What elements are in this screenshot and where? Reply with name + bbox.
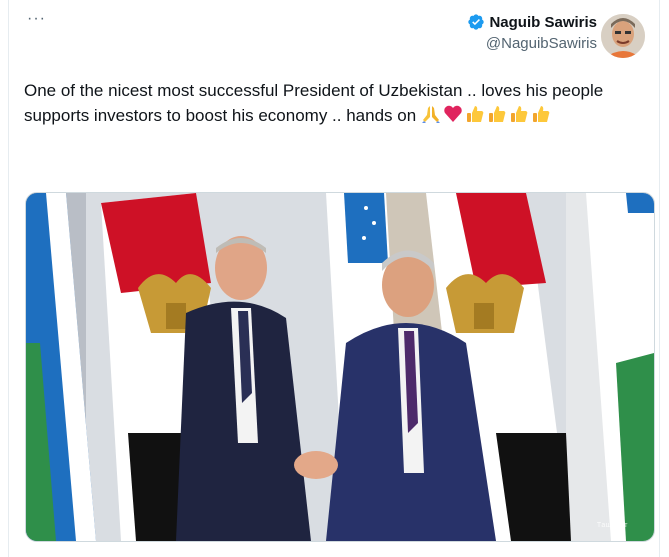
tweet-card: ··· Naguib Sawiris @NaguibSawiris One of… bbox=[8, 0, 660, 557]
author-display-name[interactable]: Naguib Sawiris bbox=[489, 14, 597, 31]
folded-hands-icon bbox=[421, 104, 441, 124]
avatar[interactable] bbox=[601, 14, 645, 58]
author-block[interactable]: Naguib Sawiris @NaguibSawiris bbox=[467, 13, 597, 52]
media-watermark: Ташкент bbox=[596, 522, 628, 529]
red-heart-icon bbox=[443, 104, 463, 124]
thumbs-up-icon bbox=[531, 104, 551, 124]
handshake bbox=[294, 451, 338, 479]
thumbs-up-icon bbox=[465, 104, 485, 124]
tweet-text: One of the nicest most successful Presid… bbox=[24, 78, 644, 128]
thumbs-up-icon bbox=[509, 104, 529, 124]
tweet-media-photo[interactable]: Ташкент bbox=[25, 192, 655, 542]
author-handle[interactable]: @NaguibSawiris bbox=[467, 35, 597, 52]
eagle-emblem-right bbox=[446, 274, 524, 333]
verified-badge-icon bbox=[467, 13, 485, 31]
thumbs-up-icon bbox=[487, 104, 507, 124]
emoji-group bbox=[421, 104, 551, 124]
photo-illustration bbox=[26, 193, 654, 541]
more-options-icon[interactable]: ··· bbox=[27, 11, 46, 27]
